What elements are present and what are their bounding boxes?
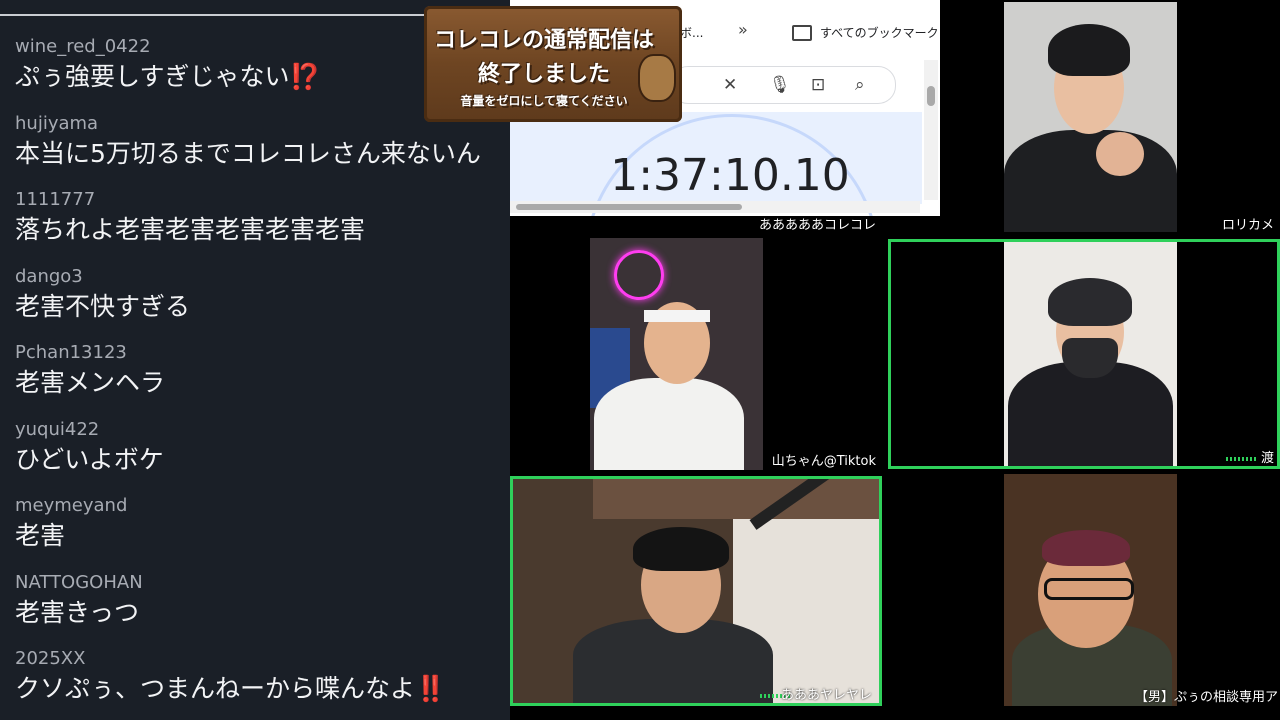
scrollbar-thumb[interactable] [516,204,742,210]
chat-text: 老害きっつ [15,597,140,627]
chat-message: NATTOGOHAN 老害きっつ [15,572,510,649]
audio-level-icon [1226,457,1258,461]
participant-video [1004,242,1177,466]
mascot-icon [638,54,676,102]
interrobang-emoji-icon: ⁉️ [289,62,321,91]
participant-name: 渡 [1260,451,1274,466]
sign-title-line2: 終了しました [477,62,610,87]
chat-text: 老害 [15,521,66,550]
double-exclamation-emoji-icon: ‼️ [415,674,447,703]
video-tile-top-right[interactable]: ロリカメ [888,0,1280,236]
chat-text: 老害メンヘラ [15,368,166,397]
chat-username: Pchan13123 [15,342,127,363]
chat-text: ひどいよボケ [15,444,164,474]
video-tile-middle-right[interactable]: 渡 [888,239,1280,469]
sign-subtitle: 音量をゼロにして寝てください [460,94,628,108]
chat-message: Pchan13123 老害メンヘラ [15,342,510,419]
all-bookmarks-button[interactable]: すべてのブックマーク [820,24,939,41]
chat-message: dango3 老害不快すぎる [15,266,510,343]
clear-icon[interactable]: ✕ [723,75,737,95]
participant-video [513,479,879,703]
search-icon[interactable]: ⌕ [855,75,865,95]
glasses-icon [1044,578,1134,600]
chat-username: NATTOGOHAN [15,571,143,593]
search-box[interactable]: ✕ 🎙 ⊡ ⌕ [670,66,896,104]
video-tile-bottom-right[interactable]: 【男】ぷぅの相談専用ア [888,472,1280,708]
folder-icon [792,25,812,41]
hand [1096,132,1144,176]
microphone-icon[interactable]: 🎙 [769,75,791,95]
chat-message: 2025XX クソぷぅ、つまんねーから喋んなよ‼️ [15,648,510,720]
chat-message-list[interactable]: wine_red_0422 ぷぅ強要しすぎじゃない⁉️ hujiyama 本当に… [15,36,510,720]
scrollbar-thumb[interactable] [927,86,935,106]
participant-name: ロリカメ [1221,218,1274,233]
chat-text: 老害不快すぎる [15,291,191,321]
shelf [593,479,879,519]
chat-message: 1111777 落ちれよ老害老害老害老害老害 [15,189,510,266]
chevron-right-icon[interactable]: » [738,20,748,39]
camera-search-icon[interactable]: ⊡ [811,75,825,95]
bookmark-item[interactable]: ボ... [680,24,703,41]
participant-video [1004,474,1177,706]
chat-text-body: ぷぅ強要しすぎじゃない [15,62,290,91]
chat-text: 本当に5万切るまでコレコレさん来ないん [15,138,481,168]
timer-display: 1:37:10.10 [610,150,850,201]
chat-text: クソぷぅ、つまんねーから喋んなよ‼️ [15,673,510,705]
chat-message: hujiyama 本当に5万切るまでコレコレさん来ないん [15,113,510,190]
chat-username: dango3 [15,265,83,287]
sign-title-line1: コレコレの通常配信は [433,28,654,53]
chat-text: 落ちれよ老害老害老害老害老害 [15,215,366,244]
participant-name: 山ちゃん@Tiktok [771,454,876,469]
participant-name: あああああコレコレ [758,218,876,233]
chat-username: 2025XX [15,648,86,669]
participant-name: あああヤレヤレ [780,688,872,703]
video-tile-middle-left[interactable]: 山ちゃん@Tiktok [510,236,888,472]
chat-message: yuqui422 ひどいよボケ [15,419,510,496]
face-mask [1062,338,1118,378]
neon-sign-icon [614,250,664,300]
headband [644,310,710,322]
stream-ended-sign: コレコレの通常配信は 終了しました 音量をゼロにして寝てください [424,6,682,122]
participant-video [590,238,763,470]
chat-username: meymeyand [15,495,128,516]
video-tile-bottom-left[interactable]: あああヤレヤレ [510,476,882,706]
chat-text-body: クソぷぅ、つまんねーから喋んなよ [15,674,416,703]
horizontal-scrollbar[interactable] [510,201,920,213]
participant-name: 【男】ぷぅの相談専用ア [1134,690,1278,705]
chat-message: meymeyand 老害 [15,495,510,572]
chat-username: 1111777 [15,189,96,210]
chat-username: yuqui422 [15,418,100,440]
vertical-scrollbar[interactable] [924,60,938,200]
participant-video [1004,2,1177,232]
chat-divider [0,14,430,16]
